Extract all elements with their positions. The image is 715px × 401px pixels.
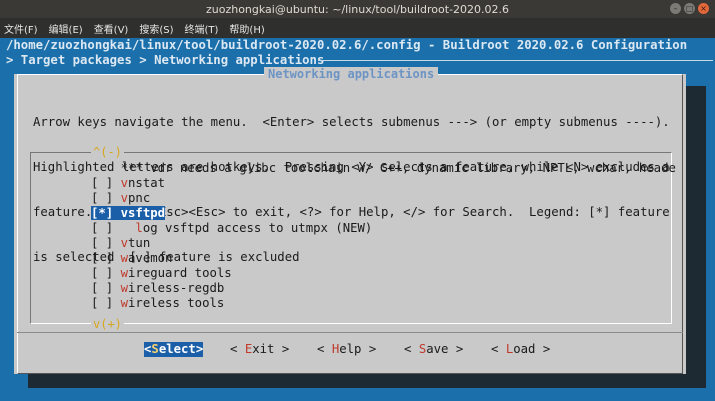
- menu-item-hotkey: w: [120, 266, 129, 280]
- menu-help[interactable]: 帮助(H): [229, 21, 264, 36]
- menu-item-checkbox: [ ]: [91, 191, 121, 205]
- menu-item-label: [*] vsftpd: [91, 206, 166, 220]
- menu-item-hotkey: v: [120, 176, 129, 190]
- buttons-separator: [17, 332, 683, 333]
- menu-item-text: *** vdr needs a glibc toolchain w/ C++, …: [120, 161, 676, 175]
- menu-item-hotkey: l: [135, 221, 143, 235]
- menu-item-checkbox: [ ]: [91, 221, 136, 235]
- menu-item-hotkey: w: [120, 251, 129, 265]
- button-bracket: <: [230, 342, 245, 356]
- menu-item-text: ireless-regdb: [128, 281, 225, 295]
- menu-bar: 文件(F) 编辑(E) 查看(V) 搜索(S) 终端(T) 帮助(H): [0, 18, 715, 38]
- help-line: Arrow keys navigate the menu. <Enter> se…: [33, 115, 670, 129]
- menu-item[interactable]: [ ] log vsftpd access to utmpx (NEW): [91, 221, 372, 236]
- menu-item-checkbox: [ ]: [91, 176, 121, 190]
- menu-item[interactable]: [ ] wireless tools: [91, 296, 224, 311]
- breadcrumb: > Target packages > Networking applicati…: [6, 53, 325, 67]
- menu-search[interactable]: 搜索(S): [139, 21, 173, 36]
- button-bracket: <: [404, 342, 419, 356]
- menu-item-text: sftpd: [128, 206, 166, 220]
- menu-item[interactable]: [*] vsftpd: [91, 206, 166, 221]
- menu-item-text: avemon: [128, 251, 173, 265]
- button-label: oad >: [513, 342, 551, 356]
- help-button[interactable]: < Help >: [317, 342, 376, 357]
- menu-item[interactable]: [ ] vpnc: [91, 191, 150, 206]
- menu-item-text: pnc: [128, 191, 151, 205]
- menu-item-label: [ ] wireguard tools: [91, 266, 232, 280]
- minimize-icon[interactable]: –: [670, 3, 681, 14]
- menu-list: ^(-) *** vdr needs a glibc toolchain w/ …: [30, 145, 676, 331]
- button-label: elect>: [158, 342, 204, 356]
- maximize-icon[interactable]: □: [684, 3, 695, 14]
- window-controls: – □ ×: [670, 3, 709, 14]
- menu-item-checkbox: [ ]: [91, 296, 121, 310]
- menu-item-hotkey: w: [120, 281, 129, 295]
- menu-item-label: [ ] wireless tools: [91, 296, 224, 310]
- menu-item[interactable]: [ ] wavemon: [91, 251, 172, 266]
- menu-item-label: [ ] vtun: [91, 236, 150, 250]
- load-button[interactable]: < Load >: [491, 342, 550, 357]
- menu-item-label: *** vdr needs a glibc toolchain w/ C++, …: [91, 161, 676, 175]
- menu-item-label: [ ] log vsftpd access to utmpx (NEW): [91, 221, 372, 235]
- close-icon[interactable]: ×: [698, 3, 709, 14]
- menu-item-text: ireless tools: [128, 296, 225, 310]
- menu-item-checkbox: [*]: [91, 206, 121, 220]
- select-button[interactable]: <Select>: [144, 342, 204, 357]
- breadcrumb-rule: [318, 60, 713, 61]
- menu-item-text: nstat: [128, 176, 166, 190]
- menu-file[interactable]: 文件(F): [4, 21, 38, 36]
- menu-item-hotkey: v: [120, 206, 129, 220]
- button-bracket: <: [317, 342, 332, 356]
- window-title: zuozhongkai@ubuntu: ~/linux/tool/buildro…: [205, 2, 510, 16]
- menu-item-label: [ ] vnstat: [91, 176, 165, 190]
- menu-item-hotkey: v: [120, 236, 129, 250]
- menu-item-checkbox: [91, 161, 121, 175]
- config-path: /home/zuozhongkai/linux/tool/buildroot-2…: [6, 38, 688, 52]
- menu-item-text: tun: [128, 236, 151, 250]
- menuconfig-dialog: Networking applications Arrow keys navig…: [14, 67, 686, 374]
- button-label: ave >: [426, 342, 464, 356]
- menu-terminal[interactable]: 终端(T): [185, 21, 219, 36]
- terminal-area[interactable]: /home/zuozhongkai/linux/tool/buildroot-2…: [0, 38, 715, 401]
- dialog-title: Networking applications: [264, 67, 439, 81]
- menu-item-hotkey: v: [120, 191, 129, 205]
- menu-item-label: [ ] wavemon: [91, 251, 172, 265]
- menu-edit[interactable]: 编辑(E): [49, 21, 83, 36]
- menu-item-checkbox: [ ]: [91, 236, 121, 250]
- menu-item-checkbox: [ ]: [91, 266, 121, 280]
- save-button[interactable]: < Save >: [404, 342, 463, 357]
- menu-item[interactable]: [ ] vnstat: [91, 176, 165, 191]
- menu-item-label: [ ] vpnc: [91, 191, 150, 205]
- menu-item-hotkey: w: [120, 296, 129, 310]
- menu-item-text: og vsftpd access to utmpx (NEW): [142, 221, 373, 235]
- button-bracket: <: [491, 342, 506, 356]
- menu-view[interactable]: 查看(V): [94, 21, 129, 36]
- menu-item[interactable]: [ ] wireguard tools: [91, 266, 232, 281]
- exit-button[interactable]: < Exit >: [230, 342, 289, 357]
- window-titlebar: zuozhongkai@ubuntu: ~/linux/tool/buildro…: [0, 0, 715, 18]
- breadcrumb-row: > Target packages > Networking applicati…: [6, 53, 713, 68]
- button-label: elp >: [339, 342, 377, 356]
- button-hotkey: S: [151, 342, 159, 356]
- menu-item-checkbox: [ ]: [91, 281, 121, 295]
- menu-item-checkbox: [ ]: [91, 251, 121, 265]
- menu-item-text: ireguard tools: [128, 266, 232, 280]
- scroll-down-indicator[interactable]: v(+): [91, 317, 124, 331]
- scroll-up-indicator[interactable]: ^(-): [91, 145, 124, 159]
- menu-item[interactable]: [ ] vtun: [91, 236, 150, 251]
- menu-item[interactable]: *** vdr needs a glibc toolchain w/ C++, …: [91, 161, 676, 176]
- menu-item[interactable]: [ ] wireless-regdb: [91, 281, 224, 296]
- menu-item-label: [ ] wireless-regdb: [91, 281, 224, 295]
- button-label: xit >: [252, 342, 290, 356]
